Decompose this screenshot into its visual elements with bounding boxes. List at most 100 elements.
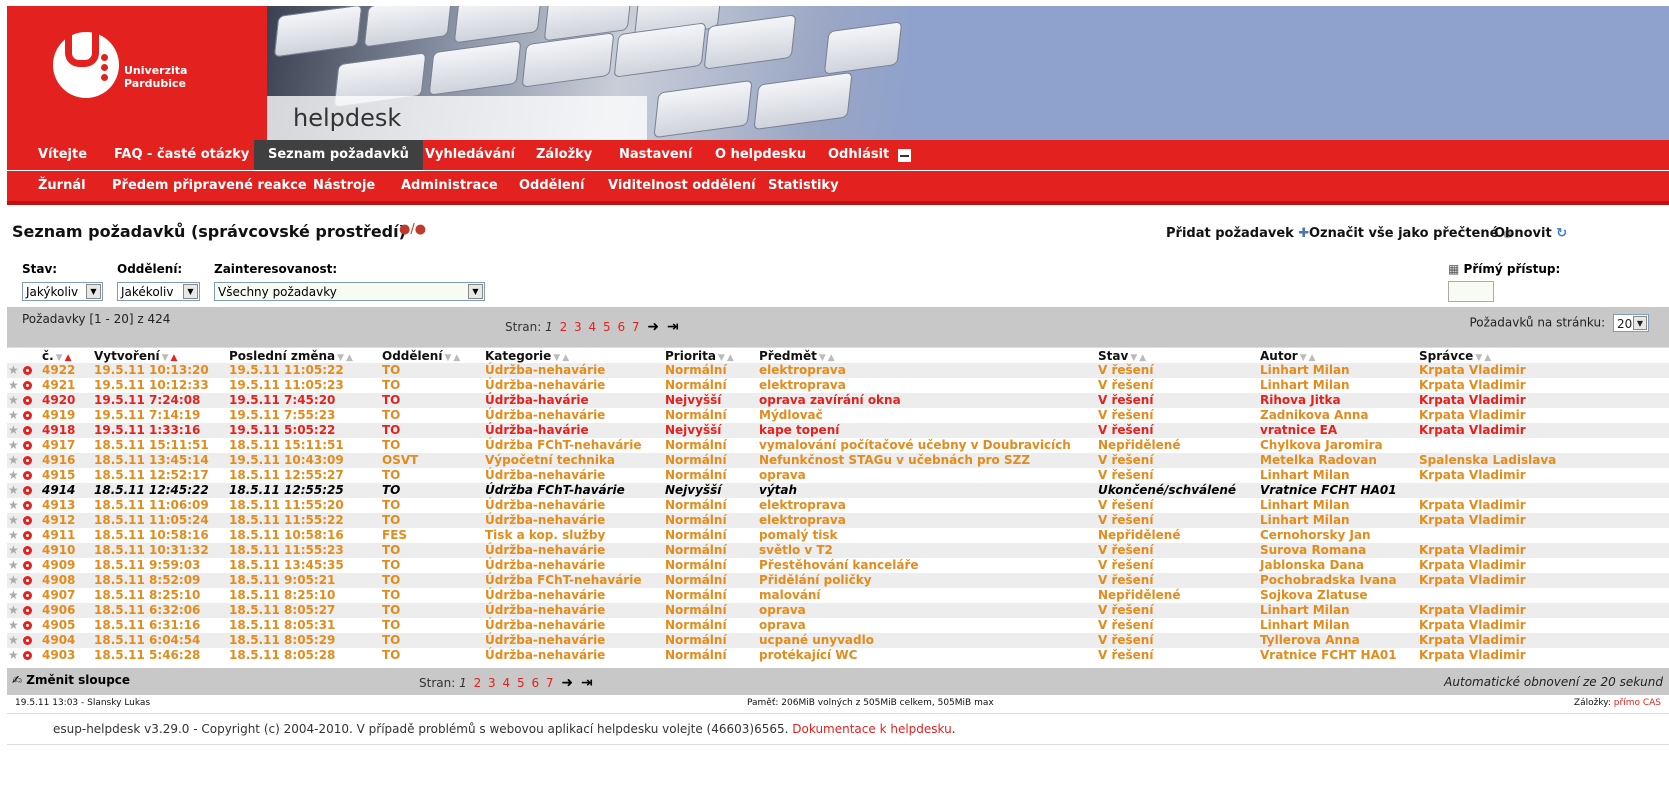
pager-page-link[interactable]: 6 [531, 676, 539, 690]
unread-marker-icon[interactable] [23, 426, 32, 435]
star-bookmark-icon[interactable]: ★ [8, 409, 19, 422]
pager-page-link[interactable]: 3 [488, 676, 496, 690]
table-row[interactable]: ★ 4916 18.5.11 13:45:14 19.5.11 10:43:09 OSV… [7, 453, 1669, 468]
pager-page-link[interactable]: 2 [474, 676, 482, 690]
pager-page-link[interactable]: 7 [632, 320, 640, 334]
table-row[interactable]: ★ 4906 18.5.11 6:32:06 18.5.11 8:05:27 TO Údr… [7, 603, 1669, 618]
university-logo[interactable]: Univerzita Pardubice [7, 6, 267, 140]
star-bookmark-icon[interactable]: ★ [8, 394, 19, 407]
nav-nastaveni[interactable]: Nastavení [605, 140, 706, 170]
table-row[interactable]: ★ 4910 18.5.11 10:31:32 18.5.11 11:55:23 TO Ú… [7, 543, 1669, 558]
cell-subject[interactable]: malování [759, 588, 821, 603]
unread-marker-icon[interactable] [23, 576, 32, 585]
cell-id[interactable]: 4909 [42, 558, 75, 573]
col-header-id[interactable]: č. ▼ ▲ [42, 349, 72, 363]
cell-id[interactable]: 4922 [42, 363, 75, 378]
nav-zurnal[interactable]: Žurnál [24, 171, 100, 201]
unread-marker-icon[interactable] [23, 561, 32, 570]
cell-id[interactable]: 4916 [42, 453, 75, 468]
table-row[interactable]: ★ 4912 18.5.11 11:05:24 18.5.11 11:55:22 TO Ú… [7, 513, 1669, 528]
table-row[interactable]: ★ 4907 18.5.11 8:25:10 18.5.11 8:25:10 TO Údr… [7, 588, 1669, 603]
star-bookmark-icon[interactable]: ★ [8, 364, 19, 377]
cell-subject[interactable]: Přidělání poličky [759, 573, 872, 588]
cell-id[interactable]: 4907 [42, 588, 75, 603]
cell-subject[interactable]: elektroprava [759, 363, 846, 378]
table-row[interactable]: ★ 4919 19.5.11 7:14:19 19.5.11 7:55:23 TO Údr… [7, 408, 1669, 423]
nav-vyhledavani[interactable]: Vyhledávání [411, 140, 529, 170]
col-header-category[interactable]: Kategorie ▼ ▲ [485, 349, 569, 363]
cell-id[interactable]: 4908 [42, 573, 75, 588]
pager-page-link[interactable]: 4 [589, 320, 597, 334]
unread-marker-icon[interactable] [23, 456, 32, 465]
cell-subject[interactable]: elektroprava [759, 498, 846, 513]
direct-access-input[interactable] [1448, 281, 1494, 302]
cell-subject[interactable]: oprava [759, 468, 806, 483]
table-row[interactable]: ★ 4917 18.5.11 15:11:51 18.5.11 15:11:51 TO Ú… [7, 438, 1669, 453]
unread-marker-icon[interactable] [23, 636, 32, 645]
star-bookmark-icon[interactable]: ★ [8, 544, 19, 557]
table-row[interactable]: ★ 4903 18.5.11 5:46:28 18.5.11 8:05:28 TO Údr… [7, 648, 1669, 663]
col-header-changed[interactable]: Poslední změna ▼ ▲ [229, 349, 353, 363]
cell-id[interactable]: 4905 [42, 618, 75, 633]
cell-id[interactable]: 4913 [42, 498, 75, 513]
star-bookmark-icon[interactable]: ★ [8, 589, 19, 602]
next-page-icon[interactable]: ➜ [647, 319, 659, 335]
nav-o-helpdesku[interactable]: O helpdesku [701, 140, 820, 170]
table-row[interactable]: ★ 4921 19.5.11 10:12:33 19.5.11 11:05:23 TO Ú… [7, 378, 1669, 393]
star-bookmark-icon[interactable]: ★ [8, 439, 19, 452]
cell-subject[interactable]: Přestěhování kanceláře [759, 558, 919, 573]
cell-id[interactable]: 4917 [42, 438, 75, 453]
nav-viditelnost-oddeleni[interactable]: Viditelnost oddělení [594, 171, 770, 201]
unread-marker-icon[interactable] [23, 441, 32, 450]
pager-page-link[interactable]: 5 [603, 320, 611, 334]
table-row[interactable]: ★ 4909 18.5.11 9:59:03 18.5.11 13:45:35 TO Úd… [7, 558, 1669, 573]
unread-marker-icon[interactable] [23, 486, 32, 495]
col-header-dept[interactable]: Oddělení ▼ ▲ [382, 349, 460, 363]
col-header-created[interactable]: Vytvoření ▼ ▲ [94, 349, 177, 363]
pager-page-link[interactable]: 2 [560, 320, 568, 334]
nav-seznam-pozadavku[interactable]: Seznam požadavků [254, 140, 423, 170]
star-bookmark-icon[interactable]: ★ [8, 484, 19, 497]
table-row[interactable]: ★ 4905 18.5.11 6:31:16 18.5.11 8:05:31 TO Údr… [7, 618, 1669, 633]
cell-subject[interactable]: oprava [759, 603, 806, 618]
unread-marker-icon[interactable] [23, 546, 32, 555]
nav-odhlasit[interactable]: Odhlásit [814, 140, 903, 170]
cell-id[interactable]: 4910 [42, 543, 75, 558]
state-filter-select[interactable]: Jakýkoliv ▼ [22, 282, 103, 301]
unread-marker-icon[interactable] [23, 381, 32, 390]
star-bookmark-icon[interactable]: ★ [8, 649, 19, 662]
per-page-select[interactable]: 20 ▼ [1613, 314, 1649, 332]
cell-id[interactable]: 4903 [42, 648, 75, 663]
nav-nastroje[interactable]: Nástroje [299, 171, 389, 201]
nav-zalozky[interactable]: Záložky [522, 140, 606, 170]
table-row[interactable]: ★ 4911 18.5.11 10:58:16 18.5.11 10:58:16 FES… [7, 528, 1669, 543]
table-row[interactable]: ★ 4914 18.5.11 12:45:22 18.5.11 12:55:25 TO Ú… [7, 483, 1669, 498]
cell-subject[interactable]: elektroprava [759, 513, 846, 528]
col-header-status[interactable]: Stav ▼ ▲ [1098, 349, 1146, 363]
table-row[interactable]: ★ 4918 19.5.11 1:33:16 19.5.11 5:05:22 TO Údr… [7, 423, 1669, 438]
interest-filter-select[interactable]: Všechny požadavky ▼ [214, 282, 485, 301]
collapse-menu-icon[interactable] [898, 149, 911, 162]
pager-page-link[interactable]: 6 [617, 320, 625, 334]
unread-marker-icon[interactable] [23, 501, 32, 510]
refresh-link[interactable]: Obnovit ↻ [1494, 226, 1567, 241]
unread-marker-icon[interactable] [23, 411, 32, 420]
star-bookmark-icon[interactable]: ★ [8, 424, 19, 437]
docs-link[interactable]: Dokumentace k helpdesku [792, 722, 951, 736]
table-row[interactable]: ★ 4915 18.5.11 12:52:17 18.5.11 12:55:27 TO Ú… [7, 468, 1669, 483]
cell-subject[interactable]: výtah [759, 483, 797, 498]
cell-id[interactable]: 4919 [42, 408, 75, 423]
pager-page-link[interactable]: 3 [574, 320, 582, 334]
bookmarks-link[interactable]: přímo CAS [1614, 698, 1661, 708]
cell-subject[interactable]: pomalý tisk [759, 528, 838, 543]
cell-subject[interactable]: Nefunkčnost STAGu v učebnách pro SZZ [759, 453, 1030, 468]
star-bookmark-icon[interactable]: ★ [8, 619, 19, 632]
cell-id[interactable]: 4921 [42, 378, 75, 393]
star-bookmark-icon[interactable]: ★ [8, 454, 19, 467]
star-bookmark-icon[interactable]: ★ [8, 529, 19, 542]
star-bookmark-icon[interactable]: ★ [8, 499, 19, 512]
unread-marker-icon[interactable] [23, 396, 32, 405]
cell-id[interactable]: 4918 [42, 423, 75, 438]
cell-subject[interactable]: elektroprava [759, 378, 846, 393]
cell-id[interactable]: 4906 [42, 603, 75, 618]
